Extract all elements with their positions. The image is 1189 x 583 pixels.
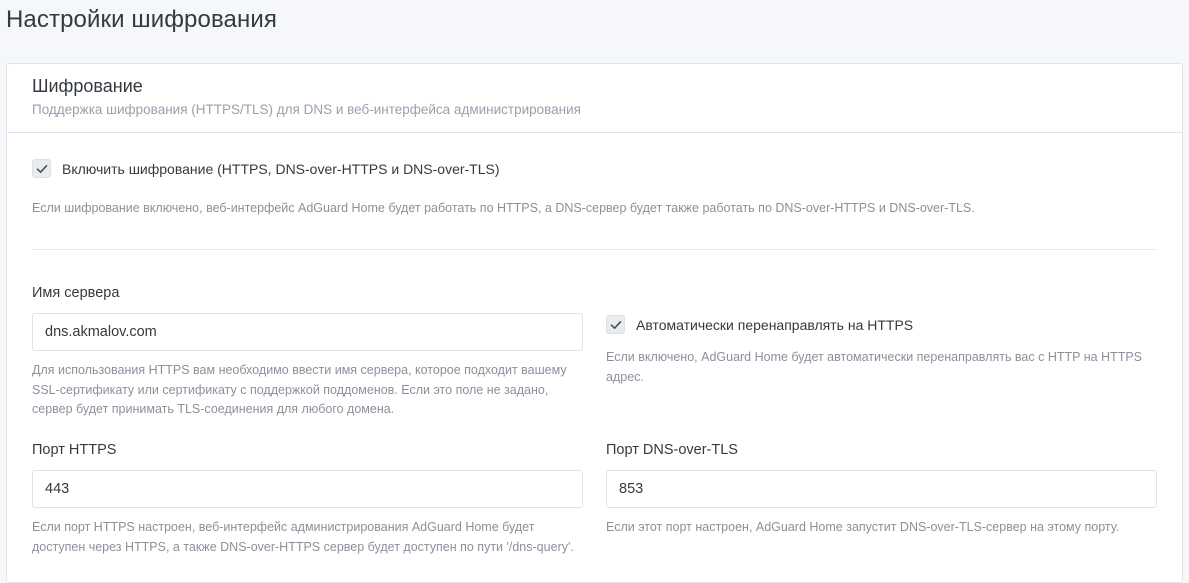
- dns-over-tls-port-label: Порт DNS-over-TLS: [606, 442, 738, 458]
- server-name-input[interactable]: [32, 313, 583, 351]
- server-name-help-line: SSL-сертификату или сертификату с поддер…: [32, 382, 549, 397]
- server-name-help: Для использования HTTPS вам необходимо в…: [32, 361, 567, 420]
- check-icon: [36, 164, 47, 173]
- divider: [32, 249, 1157, 250]
- https-port-help: Если порт HTTPS настроен, веб-интерфейс …: [32, 518, 574, 557]
- force-https-label: Автоматически перенаправлять на HTTPS: [636, 316, 914, 333]
- force-https-help: Если включено, AdGuard Home будет автома…: [606, 348, 1142, 387]
- dns-over-tls-port-input[interactable]: [606, 470, 1157, 508]
- encryption-card: Шифрование Поддержка шифрования (HTTPS/T…: [6, 63, 1183, 583]
- https-port-help-line: Если порт HTTPS настроен, веб-интерфейс …: [32, 520, 535, 534]
- force-https-help-line: Если включено, AdGuard Home будет автома…: [606, 350, 1143, 364]
- page-title: Настройки шифрования: [6, 6, 277, 33]
- enable-encryption-checkbox[interactable]: [32, 159, 51, 178]
- card-header: Шифрование Поддержка шифрования (HTTPS/T…: [7, 64, 1182, 133]
- server-name-help-line: сервер будет принимать TLS-соединения дл…: [32, 402, 395, 416]
- https-port-input[interactable]: [32, 470, 583, 508]
- enable-encryption-label: Включить шифрование (HTTPS, DNS-over-HTT…: [62, 160, 500, 177]
- https-port-label: Порт HTTPS: [32, 442, 117, 458]
- card-subtitle: Поддержка шифрования (HTTPS/TLS) для DNS…: [32, 102, 581, 117]
- force-https-row[interactable]: Автоматически перенаправлять на HTTPS: [606, 315, 913, 334]
- check-icon: [610, 320, 621, 329]
- enable-encryption-row[interactable]: Включить шифрование (HTTPS, DNS-over-HTT…: [32, 159, 500, 178]
- force-https-help-line: адрес.: [606, 369, 644, 384]
- force-https-checkbox[interactable]: [606, 315, 625, 334]
- card-title: Шифрование: [32, 76, 143, 96]
- enable-encryption-help: Если шифрование включено, веб-интерфейс …: [32, 201, 975, 215]
- server-name-label: Имя сервера: [32, 285, 120, 301]
- https-port-help-line: доступен через HTTPS, а также DNS-over-H…: [32, 539, 574, 554]
- dns-over-tls-port-help: Если этот порт настроен, AdGuard Home за…: [606, 520, 1120, 534]
- server-name-help-line: Для использования HTTPS вам необходимо в…: [32, 363, 567, 377]
